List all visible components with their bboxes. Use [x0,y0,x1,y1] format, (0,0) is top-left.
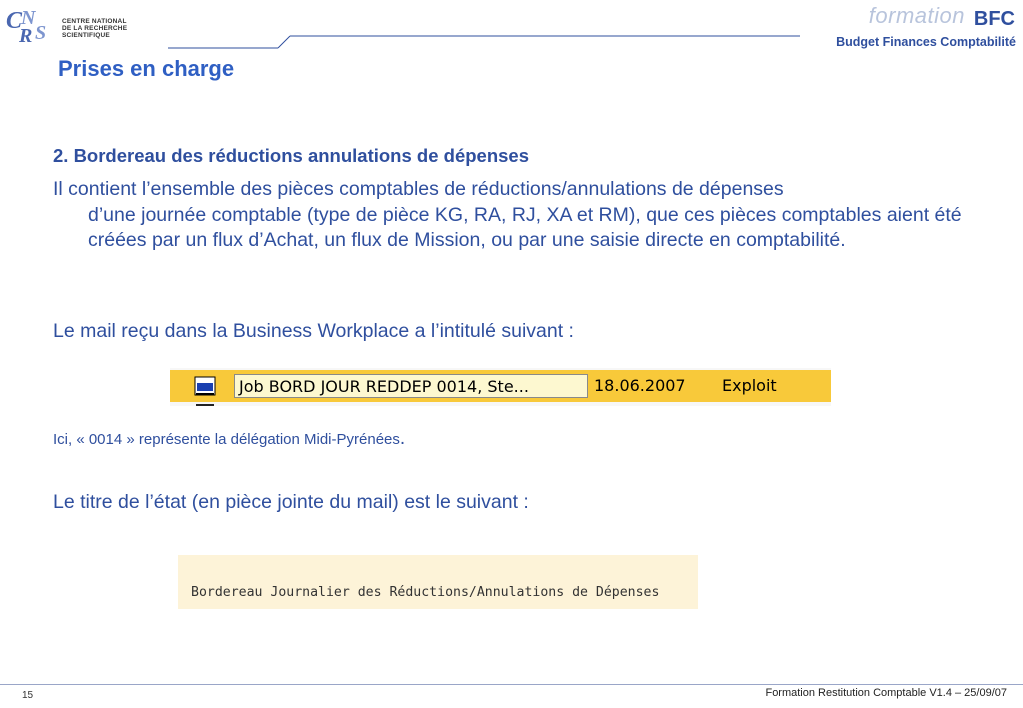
next-row-edge [196,404,214,406]
report-title-screenshot: Bordereau Journalier des Réductions/Annu… [178,555,698,609]
mail-date: 18.06.2007 [594,376,686,395]
mail-subject[interactable]: Job BORD JOUR REDDEP 0014, Ste... [234,374,588,398]
page-title: Prises en charge [58,56,235,81]
cnrs-logo-icon: C N R S [6,7,46,44]
paragraph-first-line: Il contient l’ensemble des pièces compta… [53,178,784,200]
report-title: Bordereau Journalier des Réductions/Annu… [191,585,660,600]
mail-status: Exploit [722,376,777,395]
report-intro-text: Le titre de l’état (en pièce jointe du m… [53,491,529,513]
footer-divider [0,684,1023,685]
svg-text:S: S [35,22,46,44]
delegation-note: Ici, « 0014 » représente la délégation M… [53,428,406,449]
mail-row[interactable]: Job BORD JOUR REDDEP 0014, Ste... 18.06.… [170,370,831,402]
brand-bfc: BFC [973,8,1015,30]
mail-row-screenshot: Job BORD JOUR REDDEP 0014, Ste... 18.06.… [170,368,831,406]
section-heading: 2. Bordereau des réductions annulations … [53,145,529,166]
footer-text: Formation Restitution Comptable V1.4 – 2… [765,687,1007,699]
svg-text:R: R [18,25,32,44]
cnrs-logo: C N R S CENTRE NATIONAL DE LA RECHERCHE … [6,6,156,44]
cnrs-logo-text: CENTRE NATIONAL DE LA RECHERCHE SCIENTIF… [62,18,128,39]
description-paragraph: Il contient l’ensemble des pièces compta… [53,177,993,254]
page-number: 15 [22,690,34,701]
brand-subtitle: Budget Finances Comptabilité [836,35,1016,49]
brand-formation: formation [868,3,965,28]
envelope-icon [194,376,216,396]
mail-intro-text: Le mail reçu dans la Business Workplace … [53,320,574,342]
paragraph-continuation: d’une journée comptable (type de pièce K… [88,203,962,252]
